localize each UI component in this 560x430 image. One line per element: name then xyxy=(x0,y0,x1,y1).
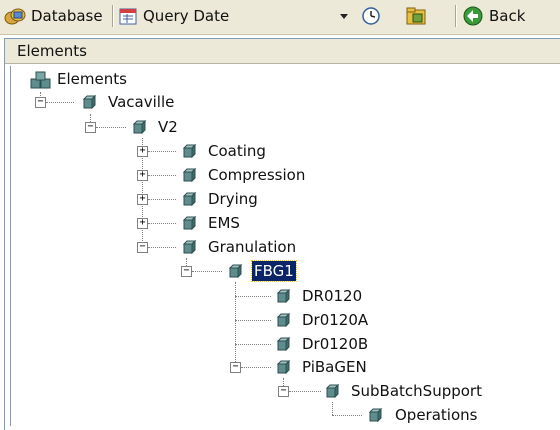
tree-node-compression[interactable]: Compression xyxy=(206,165,307,185)
collapse-toggle[interactable]: − xyxy=(181,266,192,277)
database-button[interactable]: Database xyxy=(4,4,103,28)
tree-node-elements[interactable]: Elements xyxy=(55,69,129,89)
folder-button[interactable] xyxy=(404,4,430,28)
tree-line xyxy=(241,367,271,368)
tree-node-v2[interactable]: V2 xyxy=(156,117,180,137)
folder-icon xyxy=(406,7,426,25)
toolbar: Database Query Date Back xyxy=(0,0,560,35)
tree-line xyxy=(148,247,176,248)
database-icon xyxy=(4,8,26,25)
cube-icon xyxy=(276,360,291,374)
cube-icon xyxy=(182,168,197,182)
cube-icon xyxy=(325,384,340,398)
collapse-toggle[interactable]: − xyxy=(230,362,241,373)
expand-toggle[interactable]: + xyxy=(137,170,148,181)
element-tree: Elements − Vacaville − V2 + Coating + Co… xyxy=(10,66,555,426)
clock-button[interactable] xyxy=(360,4,382,28)
tree-line xyxy=(148,223,176,224)
tree-node-pibagen[interactable]: PiBaGEN xyxy=(300,357,369,377)
cube-icon xyxy=(368,408,383,422)
collapse-toggle[interactable]: − xyxy=(278,386,289,397)
tree-node-operations[interactable]: Operations xyxy=(393,405,479,425)
tree-node-dr0120b[interactable]: Dr0120B xyxy=(300,334,370,354)
collapse-toggle[interactable]: − xyxy=(137,242,148,253)
tree-line xyxy=(289,391,321,392)
back-arrow-icon xyxy=(463,6,483,26)
tree-line xyxy=(148,199,176,200)
tree-line xyxy=(235,344,271,345)
cube-icon xyxy=(182,240,197,254)
tree-node-fbg1[interactable]: FBG1 xyxy=(251,260,297,282)
clock-icon xyxy=(362,7,380,25)
tree-node-dr0120a[interactable]: Dr0120A xyxy=(300,310,370,330)
chevron-down-icon xyxy=(340,14,348,19)
database-label: Database xyxy=(31,7,103,25)
tree-line xyxy=(46,102,74,103)
collapse-toggle[interactable]: − xyxy=(35,97,46,108)
expand-toggle[interactable]: + xyxy=(137,194,148,205)
tree-node-subbatchsupport[interactable]: SubBatchSupport xyxy=(349,381,484,401)
calendar-icon xyxy=(119,8,137,25)
cube-icon xyxy=(228,264,243,278)
tree-line xyxy=(148,151,176,152)
cube-icon xyxy=(276,313,291,327)
tree-line xyxy=(235,282,236,366)
cube-icon xyxy=(132,120,147,134)
expand-toggle[interactable]: + xyxy=(137,146,148,157)
tree-node-coating[interactable]: Coating xyxy=(206,141,268,161)
tree-line xyxy=(235,296,271,297)
cube-icon xyxy=(276,289,291,303)
back-button[interactable]: Back xyxy=(462,4,525,28)
query-date-button[interactable]: Query Date xyxy=(118,4,229,28)
tree-line xyxy=(332,402,333,415)
cube-icon xyxy=(276,337,291,351)
cube-icon xyxy=(182,216,197,230)
cube-icon xyxy=(182,192,197,206)
cube-icon xyxy=(182,144,197,158)
elements-root-icon xyxy=(30,71,51,89)
tree-node-granulation[interactable]: Granulation xyxy=(206,237,298,257)
query-date-label: Query Date xyxy=(143,7,230,25)
tree-line xyxy=(96,127,126,128)
query-date-dropdown[interactable] xyxy=(338,4,350,28)
tree-node-drying[interactable]: Drying xyxy=(206,189,260,209)
tree-node-ems[interactable]: EMS xyxy=(206,213,242,233)
tree-node-vacaville[interactable]: Vacaville xyxy=(106,92,176,112)
tree-node-dr0120[interactable]: DR0120 xyxy=(300,286,364,306)
cube-icon xyxy=(82,95,97,109)
toolbar-separator xyxy=(455,5,457,27)
tree-line xyxy=(235,320,271,321)
tree-line xyxy=(192,271,222,272)
panel-title: Elements xyxy=(5,39,560,64)
toolbar-separator xyxy=(112,5,114,27)
collapse-toggle[interactable]: − xyxy=(85,122,96,133)
back-label: Back xyxy=(489,7,526,25)
expand-toggle[interactable]: + xyxy=(137,218,148,229)
tree-line xyxy=(148,175,176,176)
tree-line xyxy=(332,415,362,416)
